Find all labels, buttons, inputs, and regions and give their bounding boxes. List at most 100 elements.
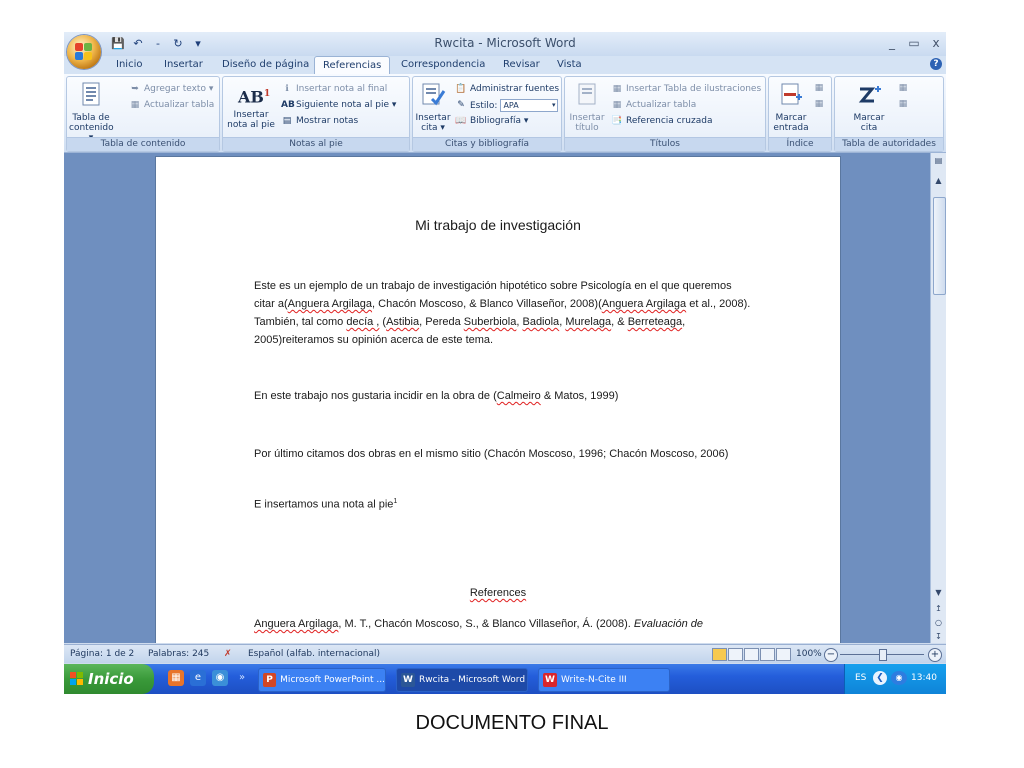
insert-caption-icon <box>578 83 596 105</box>
footnote-ab-glyph: AB <box>238 87 264 107</box>
reference-1: Anguera Argilaga, M. T., Chacón Moscoso,… <box>254 615 754 633</box>
previous-page-icon[interactable]: ↥ <box>933 603 944 614</box>
language-indicator[interactable]: Español (alfab. internacional) <box>248 648 380 660</box>
add-text-button[interactable]: ➥ Agregar texto ▾ <box>129 83 213 95</box>
style-value: APA <box>503 101 519 110</box>
draft-view-icon[interactable] <box>776 648 791 661</box>
tab-insertar[interactable]: Insertar <box>164 58 203 72</box>
document-title: Mi trabajo de investigación <box>415 217 581 233</box>
scroll-thumb[interactable] <box>933 197 946 295</box>
update-figures-table-button[interactable]: ▦ Actualizar tabla <box>611 99 697 111</box>
clock[interactable]: 13:40 <box>911 673 937 683</box>
page-count[interactable]: Página: 1 de 2 <box>70 648 134 660</box>
quick-launch-more-icon[interactable]: » <box>234 670 250 686</box>
manage-sources-button[interactable]: 📋 Administrar fuentes <box>455 83 559 95</box>
help-icon[interactable]: ? <box>930 58 942 70</box>
print-layout-view-icon[interactable] <box>712 648 727 661</box>
show-notes-label: Mostrar notas <box>296 116 359 126</box>
task-powerpoint-label: Microsoft PowerPoint ... <box>280 675 385 685</box>
next-footnote-button[interactable]: AB Siguiente nota al pie ▾ <box>281 99 396 111</box>
document-page[interactable]: Mi trabajo de investigación Este es un e… <box>156 157 840 643</box>
outline-view-icon[interactable] <box>760 648 775 661</box>
p1-text-8: , & <box>611 316 628 328</box>
document-area: Mi trabajo de investigación Este es un e… <box>64 153 930 643</box>
maximize-button[interactable]: ▭ <box>908 35 920 51</box>
insert-footnote-button[interactable]: AB1 Insertar nota al pie <box>227 81 275 130</box>
p1-misspelled-3: decía , <box>346 316 380 328</box>
zoom-level[interactable]: 100% <box>796 648 822 660</box>
task-write-n-cite[interactable]: W Write-N-Cite III <box>538 668 670 692</box>
minimize-button[interactable]: _ <box>886 35 898 51</box>
browser-icon[interactable]: ◉ <box>212 670 228 686</box>
ref1-misspelled-1: Anguera Argilaga <box>254 618 339 630</box>
zoom-out-button[interactable]: − <box>824 648 838 662</box>
tab-vista[interactable]: Vista <box>557 58 582 72</box>
office-button[interactable] <box>67 35 101 69</box>
tab-revisar[interactable]: Revisar <box>503 58 540 72</box>
group-citations: Insertar cita ▾ 📋 Administrar fuentes ✎ … <box>412 76 562 152</box>
toc-label-1: Tabla de <box>72 113 110 123</box>
insert-citation-button[interactable]: Insertar cita ▾ <box>415 81 451 133</box>
group-label-citations: Citas y bibliografía <box>413 137 561 151</box>
browse-object-icon[interactable]: ○ <box>933 617 944 628</box>
mark-entry-button[interactable]: Marcar entrada <box>773 81 809 133</box>
update-toc-button[interactable]: ▦ Actualizar tabla <box>129 99 215 111</box>
vertical-scrollbar[interactable]: ▤ ▲ ▼ ↥ ○ ↧ <box>930 153 946 643</box>
style-dropdown[interactable]: APA ▾ <box>500 99 559 112</box>
internet-explorer-icon[interactable]: e <box>190 670 206 686</box>
zoom-in-button[interactable]: + <box>928 648 942 662</box>
language-bar-icon[interactable]: ❮ <box>873 671 887 685</box>
tab-referencias[interactable]: Referencias <box>314 56 391 74</box>
mark-entry-icon <box>781 83 802 105</box>
style-selector: ✎ Estilo: APA ▾ <box>455 99 559 112</box>
cross-reference-button[interactable]: 📑 Referencia cruzada <box>611 115 712 127</box>
p2-text-2: & Matos, 1999) <box>540 390 619 402</box>
group-footnotes: AB1 Insertar nota al pie ℹ Insertar nota… <box>222 76 410 152</box>
cross-reference-label: Referencia cruzada <box>626 116 713 126</box>
window-controls: _ ▭ x <box>886 35 942 51</box>
p1-misspelled-7: Murelaga <box>565 316 612 328</box>
insert-index-icon[interactable]: ▦ <box>813 83 825 94</box>
start-button[interactable]: Inicio <box>64 664 154 694</box>
scroll-down-icon[interactable]: ▼ <box>933 587 944 598</box>
paragraph-3: Por último citamos dos obras en el mismo… <box>254 448 729 460</box>
insert-authorities-icon[interactable]: ▦ <box>897 83 909 94</box>
ruler-toggle-icon[interactable]: ▤ <box>933 155 944 166</box>
show-notes-button[interactable]: ▤ Mostrar notas <box>281 115 358 127</box>
bibliography-button[interactable]: 📖 Bibliografía ▾ <box>455 115 528 127</box>
word-count[interactable]: Palabras: 245 <box>148 648 209 660</box>
next-page-icon[interactable]: ↧ <box>933 631 944 642</box>
task-powerpoint[interactable]: P Microsoft PowerPoint ... <box>258 668 386 692</box>
insert-figures-table-button[interactable]: ▦ Insertar Tabla de ilustraciones <box>611 83 761 95</box>
tab-diseno-pagina[interactable]: Diseño de página <box>222 58 309 72</box>
insert-citation-label-2: cita ▾ <box>421 123 445 133</box>
update-index-icon[interactable]: ▦ <box>813 99 825 110</box>
style-icon: ✎ <box>457 100 465 110</box>
insert-caption-button[interactable]: Insertar título <box>567 81 607 133</box>
spellcheck-icon[interactable]: ✗ <box>224 648 232 660</box>
manage-sources-icon: 📋 <box>455 83 467 94</box>
footnote-reference-mark: 1 <box>393 498 398 505</box>
footnote-ab-sup: 1 <box>263 89 271 99</box>
mark-entry-label-1: Marcar <box>775 113 807 123</box>
scroll-up-icon[interactable]: ▲ <box>933 175 944 186</box>
mark-citation-button[interactable]: Marcar cita <box>849 81 889 133</box>
update-figures-icon: ▦ <box>612 99 622 110</box>
input-language[interactable]: ES <box>855 673 866 683</box>
zoom-slider-thumb[interactable] <box>879 649 887 661</box>
ref1-italic: Evaluación de <box>633 618 704 630</box>
update-authorities-icon[interactable]: ▦ <box>897 99 909 110</box>
full-screen-view-icon[interactable] <box>728 648 743 661</box>
network-icon[interactable]: ◉ <box>891 671 907 685</box>
mark-citation-icon <box>858 86 881 103</box>
close-button[interactable]: x <box>930 35 942 51</box>
tab-inicio[interactable]: Inicio <box>116 58 142 72</box>
tab-correspondencia[interactable]: Correspondencia <box>401 58 485 72</box>
web-layout-view-icon[interactable] <box>744 648 759 661</box>
toc-button[interactable]: Tabla de contenido ▾ <box>69 81 114 143</box>
show-desktop-icon[interactable]: ▦ <box>168 670 184 686</box>
task-word[interactable]: W Rwcita - Microsoft Word <box>396 668 528 692</box>
insert-footnote-label-2: nota al pie <box>227 120 275 130</box>
mark-citation-label-1: Marcar <box>853 113 885 123</box>
insert-endnote-button[interactable]: ℹ Insertar nota al final <box>281 83 387 95</box>
